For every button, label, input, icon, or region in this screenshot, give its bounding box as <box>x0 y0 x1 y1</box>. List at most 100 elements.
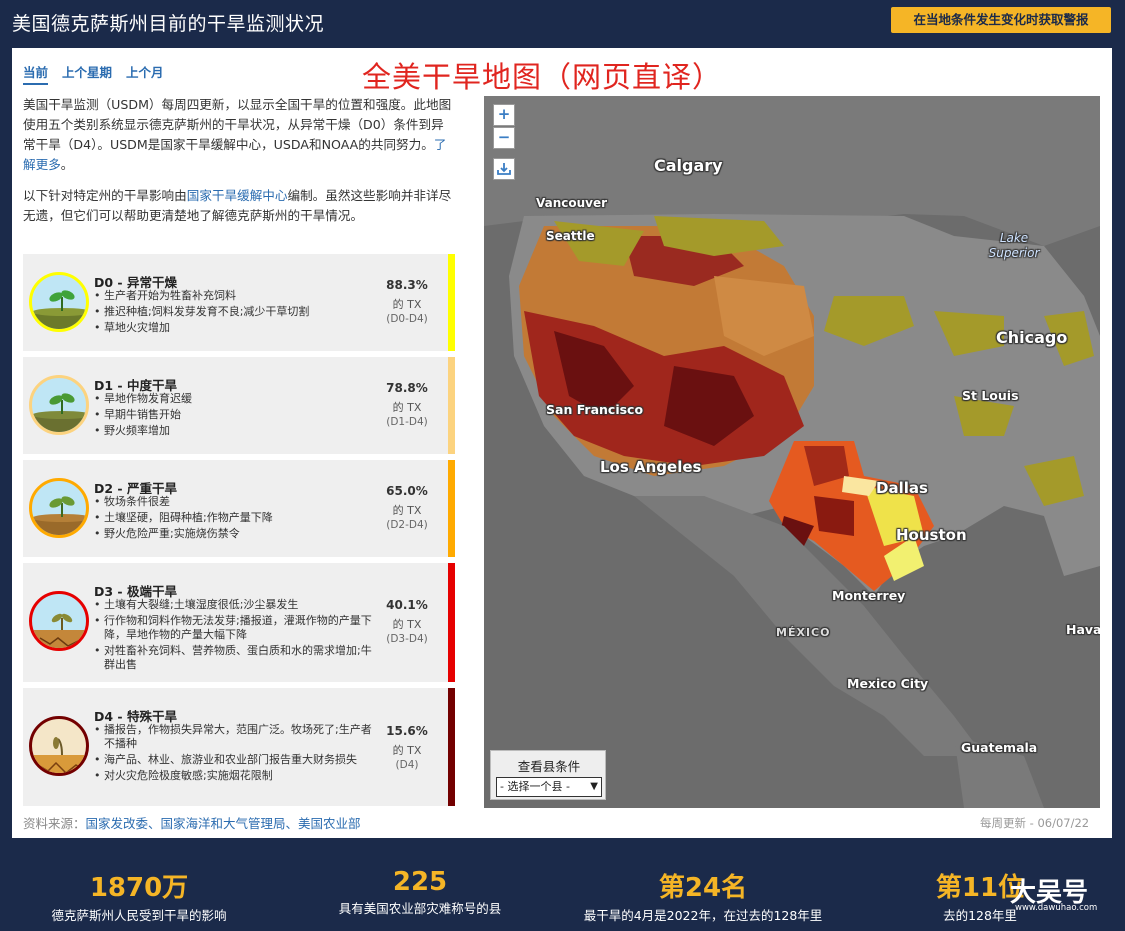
tab-last-week[interactable]: 上个星期 <box>62 62 112 85</box>
page-title: 美国德克萨斯州目前的干旱监测状况 <box>12 13 325 35</box>
map-label-st-louis: St Louis <box>962 388 1019 403</box>
impact-list: 生产者开始为牲畜补充饲料 推迟种植;饲料发芽发育不良;减少干草切割 草地火灾增加 <box>94 289 376 337</box>
drought-card-d2: D2 - 严重干旱 牧场条件很差 土壤坚硬，阻碍种植;作物产量下降 野火危险严重… <box>23 460 455 557</box>
impact-item: 对火灾危险极度敏感;实施烟花限制 <box>94 769 376 783</box>
stat-label: 最干旱的4月是2022年，在过去的128年里 <box>583 908 823 923</box>
source-label: 资料来源： <box>23 816 86 831</box>
wilted-plant-icon <box>29 716 89 776</box>
drought-card-d3: D3 - 极端干旱 土壤有大裂缝;土壤湿度很低;沙尘暴发生 行作物和饲料作物无法… <box>23 563 455 682</box>
impact-item: 牧场条件很差 <box>94 495 376 509</box>
county-label: 查看县条件 <box>517 759 581 774</box>
stat-driest-april: 第24名 最干旱的4月是2022年，在过去的128年里 <box>578 867 828 924</box>
seedling-icon <box>29 272 89 332</box>
impact-paragraph: 以下针对特定州的干旱影响由国家干旱缓解中心编制。虽然这些影响并非详尽无遗，但它们… <box>23 186 453 226</box>
impact-item: 野火危险严重;实施烧伤禁令 <box>94 527 376 541</box>
top-bar: 美国德克萨斯州目前的干旱监测状况 在当地条件发生变化时获取警报 <box>0 0 1125 48</box>
county-select-value: - 选择一个县 - <box>500 780 570 793</box>
source-line: 资料来源：国家发改委、国家海洋和大气管理局、美国农业部 <box>23 813 361 832</box>
percent-value: 40.1% <box>386 598 428 612</box>
map-label-seattle: Seattle <box>546 229 595 243</box>
main-panel: 当前 上个星期 上个月 全美干旱地图（网页直译） 美国干旱监测（USDM）每周四… <box>12 48 1112 838</box>
color-stripe <box>448 563 455 682</box>
seedling-icon <box>29 375 89 435</box>
map-label-lake-superior: Lake Superior <box>988 231 1040 260</box>
category-range: (D2-D4) <box>386 519 428 531</box>
category-range: (D0-D4) <box>386 313 428 325</box>
map-label-mexico: MÉXICO <box>776 626 831 639</box>
stat-number: 第24名 <box>658 873 748 903</box>
impact-item: 旱地作物发育迟缓 <box>94 392 376 406</box>
percent-of-label: 的 TX <box>392 401 422 414</box>
stat-number: 1870万 <box>89 873 189 903</box>
drought-card-d1: D1 - 中度干旱 旱地作物发育迟缓 早期牛销售开始 野火频率增加 78.8% … <box>23 357 455 454</box>
map-label-monterrey: Monterrey <box>832 588 906 603</box>
zoom-in-button[interactable]: + <box>493 104 515 126</box>
county-selector-panel: 查看县条件 - 选择一个县 - ▼ <box>490 750 606 800</box>
map-label-los-angeles: Los Angeles <box>600 458 702 476</box>
impact-item: 行作物和饲料作物无法发芽;播报道，灌溉作物的产量下降，旱地作物的产量大幅下降 <box>94 614 376 642</box>
map-label-vancouver: Vancouver <box>536 196 608 210</box>
watermark-url: www.dawuhao.com <box>1015 903 1098 913</box>
impact-item: 野火频率增加 <box>94 424 376 438</box>
red-annotation: 全美干旱地图（网页直译） <box>362 60 723 94</box>
impact-item: 草地火灾增加 <box>94 321 376 335</box>
drought-card-d0: D0 - 异常干燥 生产者开始为牲畜补充饲料 推迟种植;饲料发芽发育不良;减少干… <box>23 254 455 351</box>
stats-bar: 1870万 德克萨斯州人民受到干旱的影响 225 具有美国农业部灾难称号的县 第… <box>0 838 1125 931</box>
percent-of-label: 的 TX <box>392 504 422 517</box>
color-stripe <box>448 254 455 351</box>
download-icon[interactable] <box>493 158 515 180</box>
drought-card-d4: D4 - 特殊干旱 播报告，作物损失异常大，范围广泛。牧场死了;生产者不播种 海… <box>23 688 455 806</box>
category-range: (D3-D4) <box>386 633 428 645</box>
impact-item: 对牲畜补充饲料、营养物质、蛋白质和水的需求增加;牛群出售 <box>94 644 376 672</box>
tab-current[interactable]: 当前 <box>23 62 49 85</box>
impact-list: 播报告，作物损失异常大，范围广泛。牧场死了;生产者不播种 海产品、林业、旅游业和… <box>94 723 376 785</box>
impact-item: 推迟种植;饲料发芽发育不良;减少干草切割 <box>94 305 376 319</box>
stat-number: 225 <box>392 867 448 897</box>
percent-value: 88.3% <box>386 278 428 292</box>
impact-item: 土壤坚硬，阻碍种植;作物产量下降 <box>94 511 376 525</box>
intro-end: 。 <box>60 157 74 172</box>
percent-of-label: 的 TX <box>392 298 422 311</box>
zoom-out-button[interactable]: − <box>493 127 515 149</box>
percent-value: 65.0% <box>386 484 428 498</box>
percent-of-label: 的 TX <box>392 618 422 631</box>
tab-last-month[interactable]: 上个月 <box>126 62 164 85</box>
color-stripe <box>448 357 455 454</box>
percent-of-label: 的 TX <box>392 744 422 757</box>
source-links[interactable]: 国家发改委、国家海洋和大气管理局、美国农业部 <box>86 816 361 831</box>
impact-list: 牧场条件很差 土壤坚硬，阻碍种植;作物产量下降 野火危险严重;实施烧伤禁令 <box>94 495 376 543</box>
map-label-mexico-city: Mexico City <box>847 676 929 691</box>
color-stripe <box>448 460 455 557</box>
ndmc-link[interactable]: 国家干旱缓解中心 <box>187 188 288 203</box>
category-range: (D1-D4) <box>386 416 428 428</box>
map-label-houston: Houston <box>896 526 967 544</box>
county-select[interactable]: - 选择一个县 - ▼ <box>496 777 602 797</box>
map-label-san-francisco: San Francisco <box>546 402 644 417</box>
impact-item: 播报告，作物损失异常大，范围广泛。牧场死了;生产者不播种 <box>94 723 376 751</box>
impact-list: 土壤有大裂缝;土壤湿度很低;沙尘暴发生 行作物和饲料作物无法发芽;播报道，灌溉作… <box>94 598 376 674</box>
percent-value: 78.8% <box>386 381 428 395</box>
stat-affected-people: 1870万 德克萨斯州人民受到干旱的影响 <box>30 867 248 924</box>
intro-paragraph: 美国干旱监测（USDM）每周四更新，以显示全国干旱的位置和强度。此地图使用五个类… <box>23 95 453 175</box>
impact-text-start: 以下针对特定州的干旱影响由 <box>23 188 187 203</box>
category-range: (D4) <box>395 759 419 771</box>
impact-list: 旱地作物发育迟缓 早期牛销售开始 野火频率增加 <box>94 392 376 440</box>
stat-disaster-counties: 225 具有美国农业部灾难称号的县 <box>320 867 520 917</box>
map-label-calgary: Calgary <box>654 156 723 175</box>
update-date: 每周更新 - 06/07/22 <box>980 816 1090 830</box>
impact-item: 生产者开始为牲畜补充饲料 <box>94 289 376 303</box>
get-alerts-button[interactable]: 在当地条件发生变化时获取警报 <box>891 7 1111 33</box>
stat-label: 德克萨斯州人民受到干旱的影响 <box>51 908 227 923</box>
intro-text: 美国干旱监测（USDM）每周四更新，以显示全国干旱的位置和强度。此地图使用五个类… <box>23 97 452 152</box>
time-tabs: 当前 上个星期 上个月 <box>23 62 164 85</box>
map-label-guatemala: Guatemala <box>961 740 1038 755</box>
map-label-chicago: Chicago <box>996 328 1068 347</box>
drought-map[interactable]: + − Calgary Vancouver Seattle Lake Super… <box>484 96 1100 808</box>
stat-label: 具有美国农业部灾难称号的县 <box>338 901 502 916</box>
percent-value: 15.6% <box>386 724 428 738</box>
map-label-havana: Hava <box>1066 622 1100 637</box>
impact-item: 海产品、林业、旅游业和农业部门报告重大财务损失 <box>94 753 376 767</box>
cracked-soil-icon <box>29 591 89 651</box>
chevron-down-icon: ▼ <box>590 781 598 792</box>
seedling-icon <box>29 478 89 538</box>
